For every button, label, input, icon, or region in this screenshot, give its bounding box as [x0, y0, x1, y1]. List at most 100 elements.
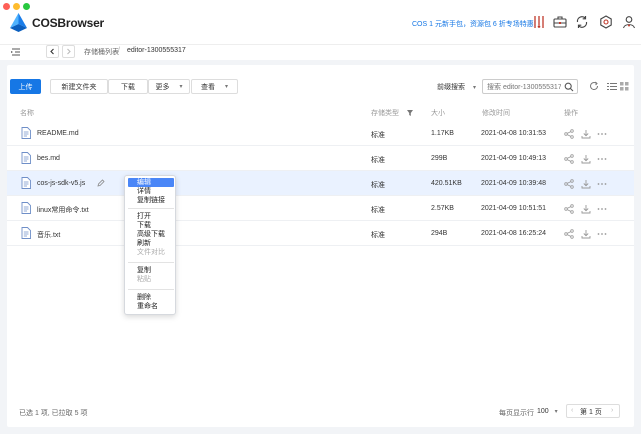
table-row[interactable]: linux常用命令.txt 标准 2.57KB 2021-04-09 10:51:51: [7, 196, 634, 221]
storage-class: 标准: [371, 232, 385, 239]
file-icon: [21, 177, 31, 189]
pagination: ‹ 第 1 页 ›: [566, 404, 620, 418]
search-mode-select[interactable]: 前缀搜索 ▾: [437, 82, 476, 92]
search-icon[interactable]: [564, 82, 574, 92]
menu-item-advanced-download[interactable]: 高级下载: [128, 230, 174, 239]
menu-item-delete[interactable]: 删除: [128, 293, 174, 302]
sidebar-toggle-icon[interactable]: [10, 46, 22, 58]
breadcrumb-bucket-list[interactable]: 存储桶列表: [84, 47, 119, 57]
table-row[interactable]: 音乐.txt 标准 294B 2021-04-08 16:25:24: [7, 221, 634, 246]
back-button[interactable]: [46, 45, 59, 58]
file-panel: 上传 新建文件夹 下载 更多 ▾ 查看 ▾ 前缀搜索 ▾ 搜索 editor-1…: [7, 65, 634, 427]
caret-down-icon: ▾: [224, 84, 228, 90]
file-name[interactable]: 音乐.txt: [37, 230, 60, 240]
filter-icon[interactable]: [406, 110, 413, 117]
app-title: COSBrowser: [32, 16, 105, 30]
search-input[interactable]: [487, 82, 561, 92]
download-icon[interactable]: [581, 154, 591, 164]
current-page: 第 1 页: [580, 409, 602, 416]
prev-page-button[interactable]: ‹: [571, 407, 573, 414]
share-icon[interactable]: [564, 154, 574, 164]
download-icon[interactable]: [581, 229, 591, 239]
upload-button[interactable]: 上传: [10, 79, 41, 94]
column-modified[interactable]: 修改时间: [482, 108, 510, 118]
share-icon[interactable]: [564, 204, 574, 214]
file-size: 2.57KB: [431, 205, 454, 212]
menu-separator: [128, 208, 174, 209]
column-name[interactable]: 名称: [20, 108, 34, 118]
file-name[interactable]: README.md: [37, 130, 79, 137]
menu-item-copy-link[interactable]: 复制链接: [128, 196, 174, 205]
page-size-select[interactable]: 100 ▾: [537, 408, 558, 415]
more-actions-icon[interactable]: [597, 229, 607, 239]
chevron-right-icon: [67, 48, 71, 55]
more-actions-icon[interactable]: [597, 129, 607, 139]
view-label: 查看: [200, 83, 215, 91]
column-actions: 操作: [564, 110, 578, 117]
zoom-window-button[interactable]: [23, 3, 30, 10]
settings-icon[interactable]: [599, 15, 613, 29]
tools-icon[interactable]: [532, 15, 546, 29]
cosbrowser-logo-icon: [10, 13, 27, 32]
menu-separator: [128, 289, 174, 290]
column-size[interactable]: 大小: [431, 108, 445, 118]
next-page-button[interactable]: ›: [611, 407, 613, 414]
more-dropdown[interactable]: 更多 ▾: [148, 79, 190, 94]
minimize-window-button[interactable]: [13, 3, 20, 10]
file-size: 299B: [431, 155, 448, 162]
share-icon[interactable]: [564, 129, 574, 139]
column-storage-class[interactable]: 存储类型: [371, 108, 413, 118]
menu-item-edit[interactable]: 编辑: [128, 178, 174, 187]
table-row[interactable]: README.md 标准 1.17KB 2021-04-08 10:31:53: [7, 121, 634, 146]
file-size: 1.17KB: [431, 130, 454, 137]
view-dropdown[interactable]: 查看 ▾: [191, 79, 238, 94]
more-actions-icon[interactable]: [597, 204, 607, 214]
file-name[interactable]: bes.md: [37, 155, 60, 162]
download-icon[interactable]: [581, 129, 591, 139]
menu-item-rename[interactable]: 重命名: [128, 302, 174, 311]
content-area: 上传 新建文件夹 下载 更多 ▾ 查看 ▾ 前缀搜索 ▾ 搜索 editor-1…: [0, 60, 641, 434]
user-icon[interactable]: [622, 15, 636, 29]
list-view-icon[interactable]: [607, 82, 617, 91]
rename-pencil-icon[interactable]: [97, 179, 105, 187]
table-row[interactable]: bes.md 标准 299B 2021-04-09 10:49:13: [7, 146, 634, 171]
file-name[interactable]: linux常用命令.txt: [37, 205, 89, 215]
file-icon: [21, 127, 31, 139]
more-actions-icon[interactable]: [597, 179, 607, 189]
modified-time: 2021-04-09 10:39:48: [481, 180, 546, 187]
new-folder-button[interactable]: 新建文件夹: [50, 79, 108, 94]
promo-link[interactable]: COS 1 元新手包，资源包 6 折专场特惠!: [412, 19, 536, 29]
share-icon[interactable]: [564, 229, 574, 239]
refresh-icon[interactable]: [589, 81, 599, 91]
download-icon[interactable]: [581, 179, 591, 189]
menu-item-open[interactable]: 打开: [128, 212, 174, 221]
share-icon[interactable]: [564, 179, 574, 189]
caret-down-icon: ▾: [472, 85, 476, 91]
download-button[interactable]: 下载: [108, 79, 148, 94]
file-size: 420.51KB: [431, 180, 462, 187]
more-actions-icon[interactable]: [597, 154, 607, 164]
download-icon[interactable]: [581, 204, 591, 214]
forward-button[interactable]: [62, 45, 75, 58]
caret-down-icon: ▾: [554, 409, 558, 415]
storage-class: 标准: [371, 207, 385, 214]
toolbox-icon[interactable]: [553, 15, 567, 29]
menu-item-download[interactable]: 下载: [128, 221, 174, 230]
title-bar: COSBrowser COS 1 元新手包，资源包 6 折专场特惠!: [0, 0, 641, 44]
menu-item-details[interactable]: 详情: [128, 187, 174, 196]
table-row[interactable]: cos-js-sdk-v5.js 标准 420.51KB 2021-04-09 10:…: [7, 171, 634, 196]
sync-icon[interactable]: [575, 15, 589, 29]
close-window-button[interactable]: [3, 3, 10, 10]
menu-item-paste: 粘贴: [137, 276, 151, 283]
menu-item-copy[interactable]: 复制: [128, 266, 174, 275]
app-window: COSBrowser COS 1 元新手包，资源包 6 折专场特惠! 存储桶列表…: [0, 0, 641, 434]
page-size-value: 100: [537, 408, 549, 415]
modified-time: 2021-04-08 16:25:24: [481, 230, 546, 237]
storage-class: 标准: [371, 157, 385, 164]
file-size: 294B: [431, 230, 448, 237]
menu-item-refresh[interactable]: 刷新: [128, 239, 174, 248]
grid-view-icon[interactable]: [620, 82, 629, 91]
file-icon: [21, 227, 31, 239]
modified-time: 2021-04-09 10:51:51: [481, 205, 546, 212]
file-name[interactable]: cos-js-sdk-v5.js: [37, 180, 85, 187]
